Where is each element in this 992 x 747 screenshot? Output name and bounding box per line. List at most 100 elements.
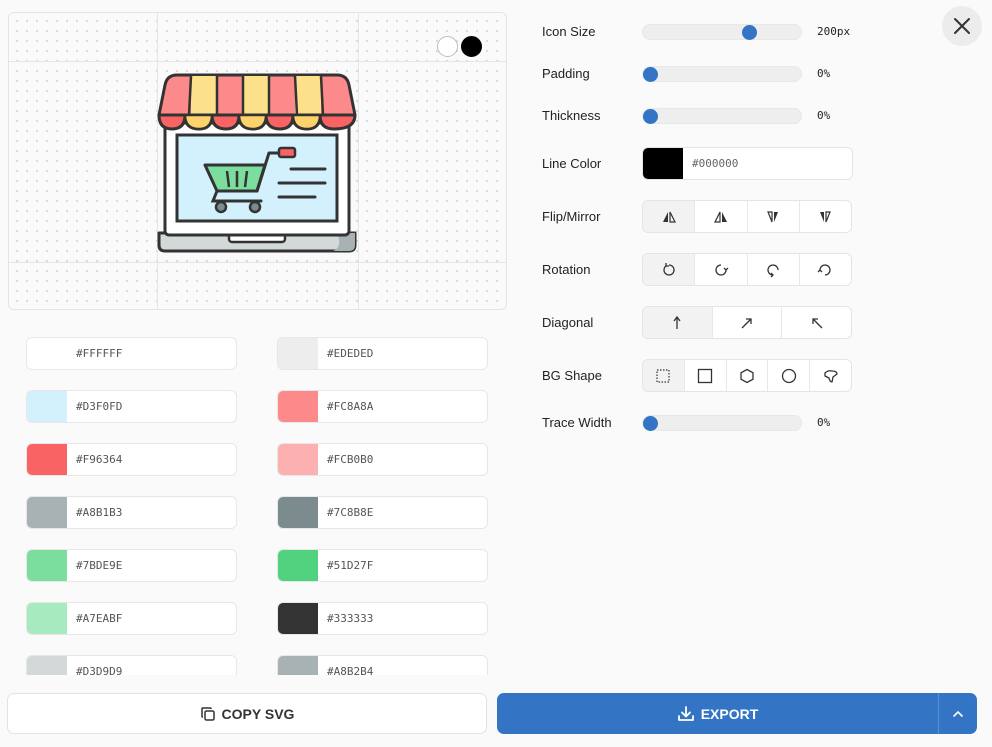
slider-thumb[interactable]: [643, 416, 658, 431]
export-label: EXPORT: [700, 705, 759, 722]
close-icon: [954, 18, 970, 34]
dotted-square-icon: [656, 368, 670, 383]
rotate-ccw-button[interactable]: [643, 254, 696, 285]
palette-swatch[interactable]: #EDEDED: [277, 337, 488, 370]
flip-horizontal-right-button[interactable]: [695, 201, 748, 232]
palette-swatch[interactable]: #333333: [277, 602, 488, 635]
swatch-chip: [27, 603, 67, 634]
arrow-up-button[interactable]: [643, 307, 713, 338]
flip-horizontal-left-icon: [662, 211, 676, 223]
icon-size-slider[interactable]: [642, 24, 802, 40]
flip-mirror-label: Flip/Mirror: [542, 209, 601, 224]
download-icon: [677, 705, 694, 721]
bg-shape-circle-button[interactable]: [768, 360, 811, 391]
flip-vertical-up-icon: [820, 210, 832, 222]
palette-swatch[interactable]: #D3D9D9: [26, 655, 237, 675]
flip-vertical-up-button[interactable]: [800, 201, 851, 232]
palette-swatch[interactable]: #A8B1B3: [26, 496, 237, 529]
palette-swatch[interactable]: #FFFFFF: [26, 337, 237, 370]
swatch-chip: [278, 656, 318, 675]
palette-swatch[interactable]: #FCB0B0: [277, 443, 488, 476]
arrow-up-right-button[interactable]: [713, 307, 783, 338]
rotate-ccw-down-button[interactable]: [800, 254, 851, 285]
palette-swatch[interactable]: #F96364: [26, 443, 237, 476]
swatch-chip: [27, 656, 67, 675]
flip-vertical-down-button[interactable]: [748, 201, 800, 232]
padding-value: 0%: [817, 67, 831, 80]
export-button[interactable]: EXPORT: [497, 693, 938, 734]
line-color-picker[interactable]: #000000: [642, 147, 853, 180]
trace-width-label: Trace Width: [542, 415, 612, 430]
hexagon-icon: [740, 368, 754, 383]
palette-swatch[interactable]: #A7EABF: [26, 602, 237, 635]
copy-icon: [200, 706, 215, 721]
swatch-hex: #FFFFFF: [76, 347, 123, 360]
swatch-chip: [27, 497, 67, 528]
rotate-cw-down-icon: [767, 263, 779, 277]
rotate-cw-button[interactable]: [695, 254, 748, 285]
swatch-hex: #D3D9D9: [76, 665, 123, 675]
online-store-icon: [157, 73, 357, 253]
slider-thumb[interactable]: [643, 67, 658, 82]
export-options-toggle[interactable]: [938, 693, 977, 734]
slider-thumb[interactable]: [741, 25, 757, 40]
chevron-up-icon: [953, 710, 963, 717]
icon-preview-canvas: [8, 12, 507, 310]
palette-swatch[interactable]: #FC8A8A: [277, 390, 488, 423]
swatch-hex: #FC8A8A: [327, 400, 374, 413]
flip-horizontal-left-button[interactable]: [643, 201, 696, 232]
swatch-hex: #FCB0B0: [327, 453, 374, 466]
bg-shape-blob-button[interactable]: [810, 360, 851, 391]
thickness-value: 0%: [817, 109, 831, 122]
arrow-up-left-button[interactable]: [782, 307, 851, 338]
bg-shape-none-button[interactable]: [643, 360, 685, 391]
arrow-up-right-icon: [741, 317, 752, 328]
icon-size-label: Icon Size: [542, 24, 596, 39]
bg-shape-group: [642, 359, 852, 392]
blob-icon: [823, 369, 838, 383]
diagonal-label: Diagonal: [542, 315, 594, 330]
rotate-ccw-icon: [663, 262, 675, 276]
palette-swatch[interactable]: #51D27F: [277, 549, 488, 582]
swatch-hex: #D3F0FD: [76, 400, 123, 413]
copy-svg-button[interactable]: COPY SVG: [7, 693, 487, 734]
flip-horizontal-right-icon: [713, 211, 727, 223]
palette-swatch[interactable]: #D3F0FD: [26, 390, 237, 423]
copy-svg-label: COPY SVG: [221, 705, 295, 722]
trace-width-value: 0%: [817, 416, 831, 429]
swatch-chip: [278, 550, 318, 581]
flip-vertical-down-icon: [767, 210, 779, 222]
swatch-hex: #7C8B8E: [327, 506, 374, 519]
padding-slider[interactable]: [642, 66, 802, 82]
line-color-label: Line Color: [542, 156, 602, 171]
swatch-chip: [278, 497, 318, 528]
rotation-label: Rotation: [542, 262, 591, 277]
arrow-up-left-icon: [812, 317, 823, 328]
white-background-toggle[interactable]: [437, 36, 458, 57]
palette-swatch[interactable]: #7BDE9E: [26, 549, 237, 582]
bg-shape-hexagon-button[interactable]: [727, 360, 769, 391]
rotate-cw-down-button[interactable]: [748, 254, 800, 285]
flip-mirror-group: [642, 200, 852, 233]
close-button[interactable]: [942, 6, 982, 46]
black-background-toggle[interactable]: [461, 36, 482, 57]
square-icon: [698, 368, 713, 383]
rotate-ccw-down-icon: [817, 263, 831, 276]
swatch-hex: #F96364: [76, 453, 123, 466]
swatch-hex: #EDEDED: [327, 347, 374, 360]
swatch-hex: #A8B2B4: [327, 665, 374, 675]
swatch-hex: #7BDE9E: [76, 559, 123, 572]
bg-shape-square-button[interactable]: [685, 360, 727, 391]
arrow-up-icon: [673, 315, 681, 329]
swatch-chip: [27, 338, 67, 369]
swatch-chip: [278, 338, 318, 369]
swatch-hex: #A7EABF: [76, 612, 123, 625]
thickness-slider[interactable]: [642, 108, 802, 124]
slider-thumb[interactable]: [643, 109, 658, 124]
line-color-chip[interactable]: [643, 148, 683, 179]
palette-swatch[interactable]: #A8B2B4: [277, 655, 488, 675]
swatch-hex: #A8B1B3: [76, 506, 123, 519]
trace-width-slider[interactable]: [642, 415, 802, 431]
palette-swatch[interactable]: #7C8B8E: [277, 496, 488, 529]
circle-icon: [781, 368, 796, 383]
